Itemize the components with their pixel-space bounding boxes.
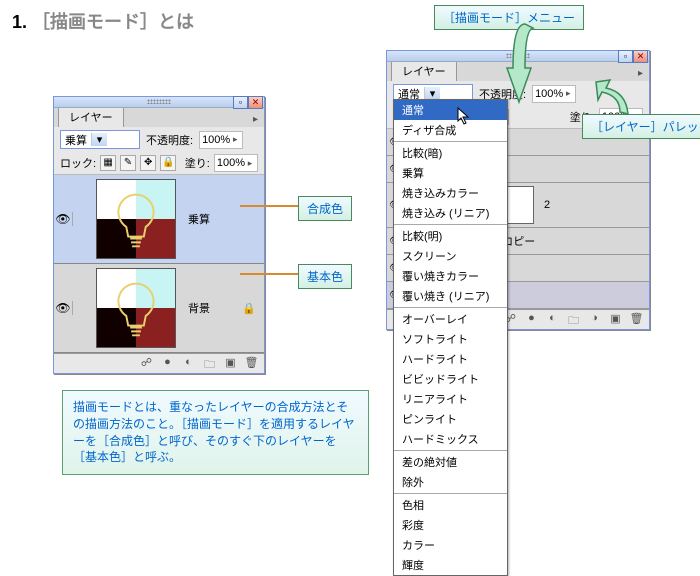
callout-arrow-icon bbox=[592, 78, 640, 120]
callout-line bbox=[240, 273, 298, 275]
layer-row[interactable]: 👁 乗算 bbox=[54, 175, 264, 264]
layer-name[interactable]: 乗算 bbox=[180, 211, 264, 227]
blend-mode-menu-item[interactable]: 彩度 bbox=[394, 515, 507, 535]
mask-icon[interactable]: ◐ bbox=[180, 356, 197, 371]
trash-icon[interactable]: 🗑 bbox=[628, 312, 645, 327]
callout-line bbox=[240, 205, 298, 207]
description-box: 描画モードとは、重なったレイヤーの合成方法とその描画方法のこと。［描画モード］を… bbox=[62, 390, 369, 475]
fill-field[interactable]: 100% ▸ bbox=[214, 154, 258, 172]
callout-arrow-icon bbox=[505, 22, 547, 117]
blend-mode-menu-item[interactable]: ピンライト bbox=[394, 409, 507, 429]
blend-mode-menu-item[interactable]: リニアライト bbox=[394, 389, 507, 409]
blend-mode-menu-item[interactable]: ディザ合成 bbox=[394, 120, 507, 140]
palette-titlebar[interactable]: ▫ ✕ bbox=[54, 97, 264, 108]
fx-icon[interactable]: ● bbox=[159, 356, 176, 371]
new-layer-icon[interactable]: ▣ bbox=[607, 312, 624, 327]
blend-mode-select[interactable]: 乗算 ▾ bbox=[60, 130, 140, 149]
blend-mode-menu-item[interactable]: ソフトライト bbox=[394, 329, 507, 349]
blend-mode-menu-item[interactable]: ハードミックス bbox=[394, 429, 507, 449]
chevron-down-icon: ▾ bbox=[91, 133, 107, 146]
layer-name[interactable]: 背景 bbox=[180, 300, 242, 316]
blend-mode-menu-item[interactable]: スクリーン bbox=[394, 246, 507, 266]
blend-mode-menu-item[interactable]: 焼き込み (リニア) bbox=[394, 203, 507, 223]
blend-mode-menu-item[interactable]: 比較(暗) bbox=[394, 143, 507, 163]
chevron-right-icon: ▸ bbox=[563, 88, 573, 99]
blend-mode-menu-item[interactable]: 通常 bbox=[394, 100, 507, 120]
callout-base-color: 基本色 bbox=[298, 264, 352, 289]
folder-icon[interactable]: 🗀 bbox=[201, 356, 218, 371]
folder-icon[interactable]: 🗀 bbox=[565, 312, 582, 327]
lock-image-icon[interactable]: ✎ bbox=[120, 155, 136, 171]
heading-number: 1. bbox=[12, 12, 27, 32]
blend-mode-value: 乗算 bbox=[65, 132, 87, 148]
grip-icon[interactable] bbox=[147, 99, 171, 104]
new-layer-icon[interactable]: ▣ bbox=[222, 356, 239, 371]
opacity-value: 100% bbox=[202, 134, 230, 146]
layer-name[interactable]: 2 bbox=[536, 199, 649, 211]
tab-layers[interactable]: レイヤー bbox=[391, 60, 457, 81]
page-heading: 1. ［描画モード］とは bbox=[12, 8, 194, 34]
blend-mode-menu-item[interactable]: 乗算 bbox=[394, 163, 507, 183]
adjustment-icon[interactable]: ◑ bbox=[586, 312, 603, 327]
blend-mode-row: 乗算 ▾ 不透明度: 100% ▸ bbox=[54, 127, 264, 152]
blend-mode-menu-item[interactable]: 比較(明) bbox=[394, 226, 507, 246]
blend-mode-menu-item[interactable]: ハードライト bbox=[394, 349, 507, 369]
layers-palette-left: ▫ ✕ レイヤー ▸ 乗算 ▾ 不透明度: 100% ▸ ロック: ▦ ✎ ✥ … bbox=[53, 96, 265, 374]
minimize-icon[interactable]: ▫ bbox=[233, 96, 248, 109]
blend-mode-menu-item[interactable]: カラー bbox=[394, 535, 507, 555]
blend-mode-menu-item[interactable]: 色相 bbox=[394, 495, 507, 515]
link-icon[interactable]: ☍ bbox=[138, 356, 155, 371]
mask-icon[interactable]: ◐ bbox=[544, 312, 561, 327]
lock-position-icon[interactable]: ✥ bbox=[140, 155, 156, 171]
lock-transparency-icon[interactable]: ▦ bbox=[100, 155, 116, 171]
blend-mode-menu-item[interactable]: 焼き込みカラー bbox=[394, 183, 507, 203]
chevron-right-icon: ▸ bbox=[230, 134, 240, 145]
tab-layers[interactable]: レイヤー bbox=[58, 106, 124, 127]
callout-composite-color: 合成色 bbox=[298, 196, 352, 221]
fill-label: 塗り: bbox=[185, 155, 210, 171]
opacity-label: 不透明度: bbox=[146, 132, 193, 148]
blend-mode-menu-item[interactable]: 覆い焼きカラー bbox=[394, 266, 507, 286]
blend-mode-menu-item[interactable]: 輝度 bbox=[394, 555, 507, 575]
lock-icon: 🔒 bbox=[242, 302, 264, 315]
blend-mode-menu-item[interactable]: 差の絶対値 bbox=[394, 452, 507, 472]
lock-icons: ▦ ✎ ✥ 🔒 bbox=[100, 155, 177, 171]
chevron-right-icon: ▸ bbox=[245, 158, 255, 169]
blend-mode-menu[interactable]: 通常ディザ合成比較(暗)乗算焼き込みカラー焼き込み (リニア) 比較(明)スクリー… bbox=[393, 99, 508, 576]
blend-mode-menu-item[interactable]: 覆い焼き (リニア) bbox=[394, 286, 507, 306]
lock-label: ロック: bbox=[60, 155, 96, 171]
flyout-menu-icon[interactable]: ▸ bbox=[247, 112, 264, 127]
lock-all-icon[interactable]: 🔒 bbox=[160, 155, 176, 171]
lock-row: ロック: ▦ ✎ ✥ 🔒 塗り: 100% ▸ bbox=[54, 152, 264, 175]
minimize-icon[interactable]: ▫ bbox=[618, 50, 633, 63]
blend-mode-menu-item[interactable]: ビビッドライト bbox=[394, 369, 507, 389]
opacity-field[interactable]: 100% ▸ bbox=[199, 131, 243, 149]
layer-row[interactable]: 👁 背景 🔒 bbox=[54, 264, 264, 353]
heading-text: ［描画モード］とは bbox=[32, 12, 194, 32]
fill-value: 100% bbox=[217, 157, 245, 169]
layer-thumbnail[interactable] bbox=[96, 179, 176, 259]
visibility-icon[interactable]: 👁 bbox=[54, 212, 73, 226]
close-icon[interactable]: ✕ bbox=[633, 50, 648, 63]
close-icon[interactable]: ✕ bbox=[248, 96, 263, 109]
visibility-icon[interactable]: 👁 bbox=[54, 301, 73, 315]
description-text: 描画モードとは、重なったレイヤーの合成方法とその描画方法のこと。［描画モード］を… bbox=[73, 400, 355, 464]
palette-footer: ☍ ● ◐ 🗀 ▣ 🗑 bbox=[54, 353, 264, 373]
layers-list: 👁 乗算 👁 背景 🔒 bbox=[54, 175, 264, 353]
tab-row: レイヤー ▸ bbox=[54, 108, 264, 127]
blend-mode-menu-item[interactable]: オーバーレイ bbox=[394, 309, 507, 329]
trash-icon[interactable]: 🗑 bbox=[243, 356, 260, 371]
mouse-cursor-icon bbox=[457, 107, 471, 125]
fx-icon[interactable]: ● bbox=[523, 312, 540, 327]
blend-mode-menu-item[interactable]: 除外 bbox=[394, 472, 507, 492]
layer-thumbnail[interactable] bbox=[96, 268, 176, 348]
